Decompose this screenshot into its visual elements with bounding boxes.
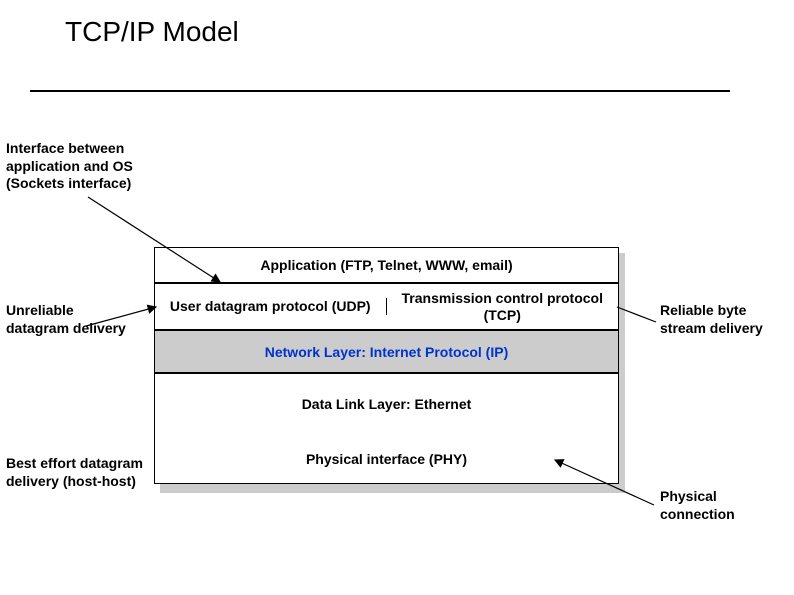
title-underline (30, 90, 730, 92)
layer-udp: User datagram protocol (UDP) (155, 298, 387, 315)
layer-network-text: Network Layer: Internet Protocol (IP) (265, 344, 508, 360)
layer-network: Network Layer: Internet Protocol (IP) (154, 329, 619, 374)
label-udp-delivery: Unreliable datagram delivery (6, 302, 136, 337)
layer-physical: Physical interface (PHY) (154, 434, 619, 484)
label-sockets-interface: Interface between application and OS (So… (6, 140, 186, 193)
layer-udp-text: User datagram protocol (UDP) (170, 298, 371, 315)
layer-application: Application (FTP, Telnet, WWW, email) (154, 247, 619, 282)
page-title: TCP/IP Model (65, 16, 239, 48)
layer-tcp-text: Transmission control protocol (TCP) (393, 290, 613, 324)
tcpip-stack: Application (FTP, Telnet, WWW, email) Us… (154, 247, 619, 484)
layer-datalink-text: Data Link Layer: Ethernet (302, 396, 472, 412)
layer-application-text: Application (FTP, Telnet, WWW, email) (260, 257, 512, 273)
layer-physical-text: Physical interface (PHY) (306, 451, 467, 467)
label-tcp-delivery: Reliable byte stream delivery (660, 302, 790, 337)
layer-transport: User datagram protocol (UDP) Transmissio… (154, 282, 619, 329)
layer-datalink: Data Link Layer: Ethernet (154, 374, 619, 434)
layer-tcp: Transmission control protocol (TCP) (387, 290, 619, 324)
label-physical-connection: Physical connection (660, 488, 790, 523)
